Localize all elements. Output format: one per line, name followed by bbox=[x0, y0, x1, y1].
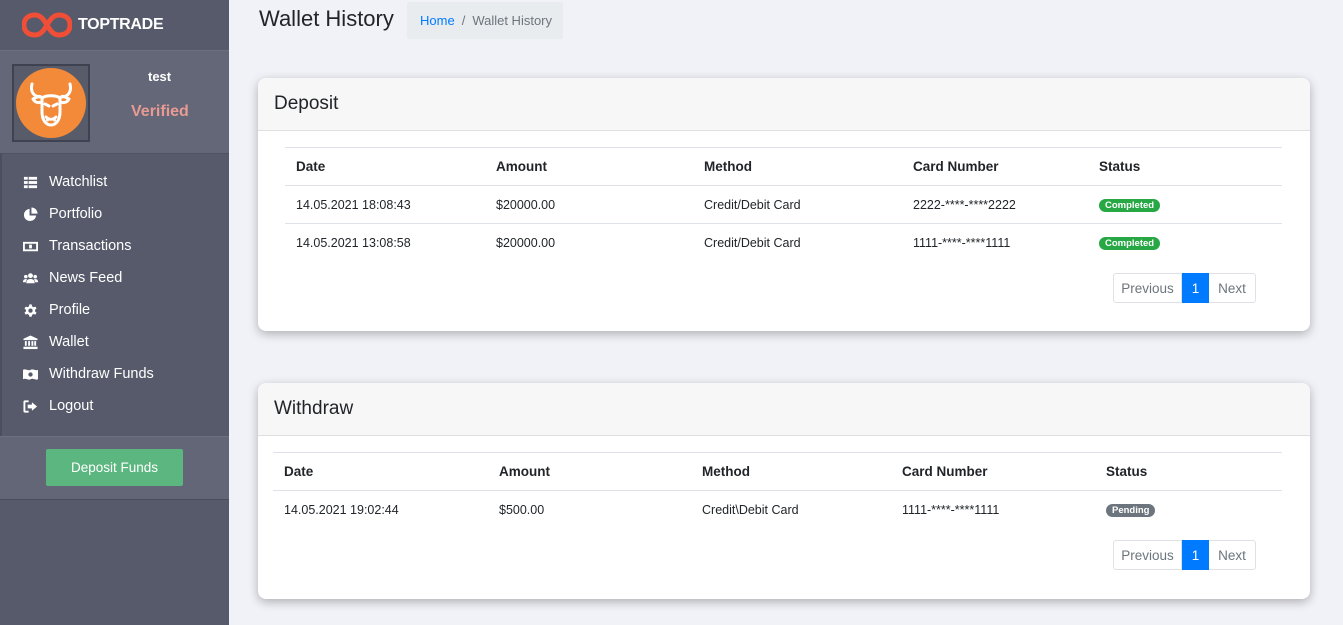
deposit-table: Date Amount Method Card Number Status 14… bbox=[285, 147, 1282, 262]
sidebar-item-transactions[interactable]: Transactions bbox=[2, 230, 229, 262]
sidebar-item-wallet[interactable]: Wallet bbox=[2, 326, 229, 358]
verified-status: Verified bbox=[131, 103, 189, 120]
gear-icon bbox=[22, 302, 38, 318]
sidebar-item-label: Transactions bbox=[49, 238, 132, 254]
table-row: 14.05.2021 18:08:43 $20000.00 Credit/Deb… bbox=[285, 185, 1282, 224]
bull-avatar-icon bbox=[16, 68, 86, 138]
breadcrumb-separator: / bbox=[461, 13, 466, 28]
page-title: Wallet History bbox=[259, 6, 394, 31]
th-list-icon bbox=[22, 174, 38, 190]
status-cell: Completed bbox=[1088, 224, 1282, 262]
breadcrumb-current: Wallet History bbox=[472, 13, 553, 28]
table-row: 14.05.2021 19:02:44 $500.00 Credit\Debit… bbox=[273, 491, 1282, 529]
sidebar-item-news-feed[interactable]: News Feed bbox=[2, 262, 229, 294]
column-header: Date bbox=[285, 147, 485, 186]
column-header: Card Number bbox=[902, 147, 1088, 186]
breadcrumb-home-link[interactable]: Home bbox=[420, 13, 455, 28]
withdraw-card-title: Withdraw bbox=[258, 383, 1310, 436]
method-cell: Credit\Debit Card bbox=[702, 502, 799, 517]
deposit-card: Deposit Date Amount Method Card Number S… bbox=[258, 78, 1310, 331]
brand-name: TOPTRADE bbox=[78, 16, 164, 33]
amount-cell: $500.00 bbox=[499, 502, 545, 517]
withdraw-card: Withdraw Date Amount Method Card Number … bbox=[258, 383, 1310, 599]
deposit-pagination: Previous 1 Next bbox=[1113, 273, 1256, 303]
previous-page-button[interactable]: Previous bbox=[1113, 273, 1182, 303]
next-page-button[interactable]: Next bbox=[1209, 540, 1256, 570]
method-cell: Credit/Debit Card bbox=[704, 235, 801, 250]
avatar-frame bbox=[12, 64, 90, 142]
sidebar-item-label: Portfolio bbox=[49, 206, 103, 222]
money-bill-wave-icon bbox=[22, 366, 38, 382]
page-1-button[interactable]: 1 bbox=[1182, 273, 1209, 303]
column-header: Amount bbox=[488, 452, 691, 491]
sidebar-item-profile[interactable]: Profile bbox=[2, 294, 229, 326]
column-header: Method bbox=[693, 147, 902, 186]
status-badge: Completed bbox=[1099, 237, 1161, 251]
status-cell: Completed bbox=[1088, 185, 1282, 224]
card-number-cell: 1111-****-****1111 bbox=[913, 235, 1011, 250]
card-number-cell: 1111-****-****1111 bbox=[902, 502, 1000, 517]
sidebar-item-watchlist[interactable]: Watchlist bbox=[2, 166, 229, 198]
previous-page-button[interactable]: Previous bbox=[1113, 540, 1182, 570]
column-header: Amount bbox=[485, 147, 693, 186]
table-header-row: Date Amount Method Card Number Status bbox=[285, 147, 1282, 186]
status-cell: Pending bbox=[1095, 491, 1282, 529]
table-row: 14.05.2021 13:08:58 $20000.00 Credit/Deb… bbox=[285, 224, 1282, 262]
withdraw-table: Date Amount Method Card Number Status 14… bbox=[273, 452, 1282, 529]
amount-cell: $20000.00 bbox=[496, 235, 556, 250]
column-header: Status bbox=[1095, 452, 1282, 491]
bank-icon bbox=[22, 334, 38, 350]
sidebar-item-label: Profile bbox=[49, 302, 91, 318]
status-badge: Pending bbox=[1106, 504, 1156, 518]
deposit-card-title: Deposit bbox=[258, 78, 1310, 131]
page-1-button[interactable]: 1 bbox=[1182, 540, 1209, 570]
sidebar-item-label: Withdraw Funds bbox=[49, 366, 154, 382]
sidebar-item-label: Logout bbox=[49, 398, 94, 414]
table-header-row: Date Amount Method Card Number Status bbox=[273, 452, 1282, 491]
sidebar: TOPTRADE test Verified Watchlist Portfol… bbox=[0, 0, 229, 625]
method-cell: Credit/Debit Card bbox=[693, 185, 902, 224]
sidebar-item-withdraw-funds[interactable]: Withdraw Funds bbox=[2, 358, 229, 390]
next-page-button[interactable]: Next bbox=[1209, 273, 1256, 303]
sidebar-item-label: Watchlist bbox=[49, 174, 108, 190]
date-cell: 14.05.2021 13:08:58 bbox=[296, 235, 411, 250]
sidebar-item-label: News Feed bbox=[49, 270, 123, 286]
money-bill-icon bbox=[22, 238, 38, 254]
column-header: Date bbox=[273, 452, 488, 491]
date-cell: 14.05.2021 18:08:43 bbox=[285, 185, 485, 224]
sidebar-item-portfolio[interactable]: Portfolio bbox=[2, 198, 229, 230]
sign-out-icon bbox=[22, 398, 38, 414]
sidebar-item-label: Wallet bbox=[49, 334, 89, 350]
deposit-area: Deposit Funds bbox=[0, 436, 229, 500]
status-badge: Completed bbox=[1099, 199, 1161, 212]
users-icon bbox=[22, 270, 38, 286]
infinity-logo-icon bbox=[22, 12, 72, 38]
breadcrumb: Home / Wallet History bbox=[407, 2, 563, 39]
column-header: Card Number bbox=[891, 452, 1095, 491]
date-cell: 14.05.2021 19:02:44 bbox=[284, 502, 399, 517]
sidebar-menu: Watchlist Portfolio Transactions News Fe… bbox=[0, 154, 229, 436]
withdraw-pagination: Previous 1 Next bbox=[1113, 540, 1256, 570]
deposit-funds-button[interactable]: Deposit Funds bbox=[46, 449, 183, 486]
column-header: Status bbox=[1088, 147, 1282, 186]
username: test bbox=[148, 69, 172, 84]
brand[interactable]: TOPTRADE bbox=[0, 0, 229, 50]
pie-chart-icon bbox=[22, 206, 38, 222]
user-panel: test Verified bbox=[0, 50, 229, 154]
sidebar-item-logout[interactable]: Logout bbox=[2, 390, 229, 422]
column-header: Method bbox=[691, 452, 891, 491]
amount-cell: $20000.00 bbox=[485, 185, 693, 224]
card-number-cell: 2222-****-****2222 bbox=[902, 185, 1088, 224]
